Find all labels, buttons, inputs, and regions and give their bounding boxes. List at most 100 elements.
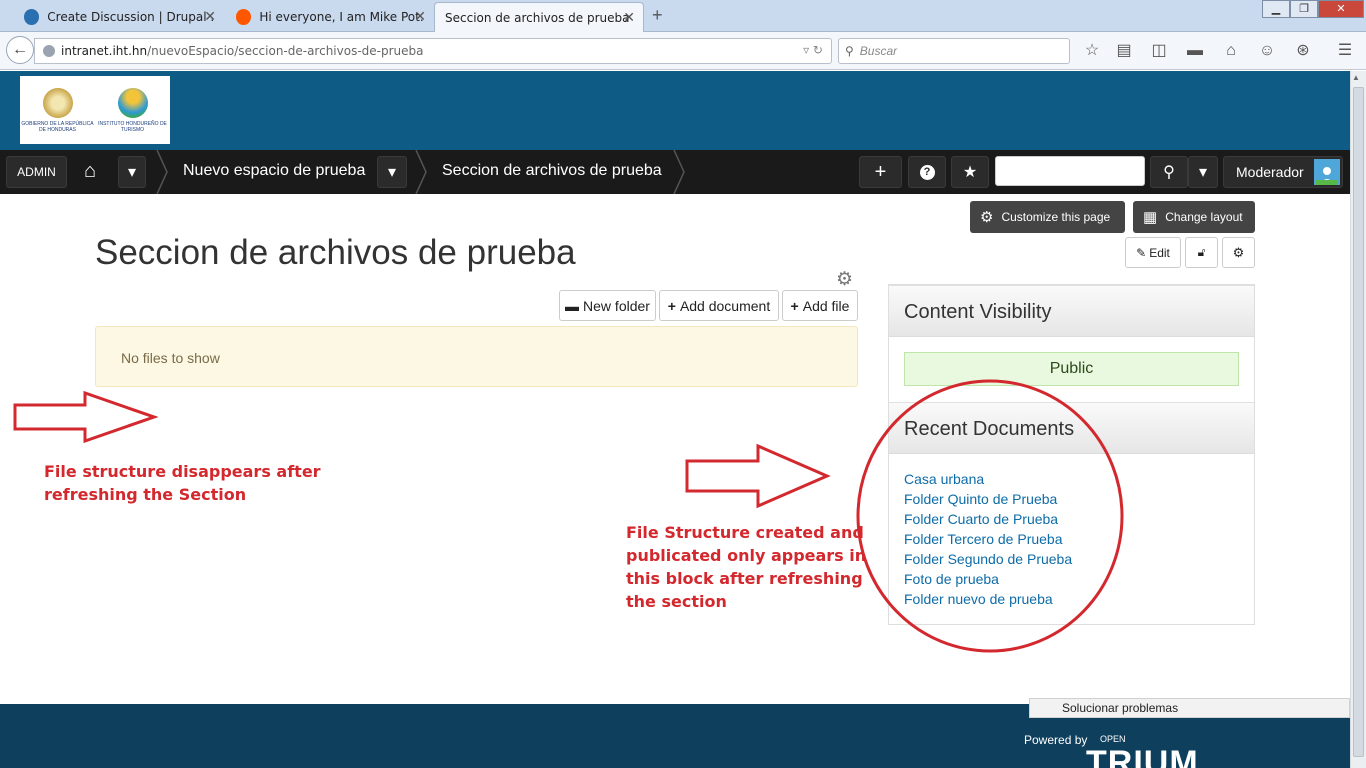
favorites-button[interactable]: ★: [951, 156, 989, 188]
browser-tab-drupal[interactable]: Create Discussion | Drupal ... ✕: [14, 2, 224, 32]
search-button[interactable]: ⚲: [1150, 156, 1188, 188]
tab-title: Create Discussion | Drupal ...: [47, 10, 214, 24]
admin-button[interactable]: ADMIN: [6, 156, 67, 188]
breadcrumb-separator: [673, 150, 685, 194]
gear-icon: ⚙: [980, 209, 994, 226]
maximize-button[interactable]: ❐: [1290, 0, 1318, 18]
unlock-icon: 🔓︎: [1197, 245, 1206, 259]
chevron-down-icon[interactable]: ▾: [1188, 156, 1218, 188]
url-bar[interactable]: intranet.iht.hn /nuevoEspacio/seccion-de…: [34, 38, 832, 64]
coat-of-arms-icon: [42, 87, 73, 118]
drupal-icon: [24, 9, 40, 25]
page-title: Seccion de archivos de prueba: [95, 233, 576, 272]
chevron-down-icon[interactable]: ▾: [377, 156, 407, 188]
page-scrollbar[interactable]: ▲: [1350, 71, 1366, 768]
brand-logo[interactable]: TRIUM: [1086, 744, 1199, 768]
star-icon: ★: [962, 164, 978, 181]
annotation-line: File structure disappears after: [44, 462, 321, 481]
window-close-button[interactable]: ✕: [1318, 0, 1364, 18]
url-domain: intranet.iht.hn: [61, 44, 148, 58]
empty-message: No files to show: [121, 350, 220, 366]
settings-button[interactable]: ⚙: [1222, 237, 1255, 268]
add-content-button[interactable]: +: [859, 156, 902, 188]
unlock-button[interactable]: 🔓︎: [1185, 237, 1218, 268]
user-menu-button[interactable]: Moderador: [1223, 156, 1343, 188]
edit-button[interactable]: ✎ Edit: [1125, 237, 1181, 268]
new-tab-icon[interactable]: +: [652, 5, 663, 26]
visibility-header: Content Visibility: [889, 285, 1254, 337]
bookmark-star-icon[interactable]: ☆: [1081, 40, 1103, 62]
folder-icon: ▬: [565, 297, 580, 314]
help-icon: ?: [919, 164, 935, 180]
browser-search-input[interactable]: ⚲ Buscar: [838, 38, 1070, 64]
breadcrumb-section[interactable]: Seccion de archivos de prueba: [442, 162, 662, 180]
download-icon[interactable]: ▬: [1184, 40, 1206, 62]
reddit-icon: [236, 9, 252, 25]
add-document-button[interactable]: + Add document: [659, 290, 779, 321]
plus-icon: +: [667, 297, 676, 314]
chevron-down-icon[interactable]: ▾: [118, 156, 146, 188]
minimize-button[interactable]: ▁: [1262, 0, 1290, 18]
pocket-icon[interactable]: ◫: [1148, 40, 1170, 62]
search-icon: ⚲: [845, 44, 854, 58]
troubleshoot-bar[interactable]: Solucionar problemas: [1029, 698, 1350, 718]
customize-label: Customize this page: [1001, 210, 1111, 224]
annotation-arrow-right: [685, 443, 831, 509]
home-icon[interactable]: ⌂: [84, 160, 96, 183]
addon-icon[interactable]: ⊛: [1292, 40, 1314, 62]
close-icon[interactable]: ✕: [414, 9, 426, 25]
site-toolbar: ADMIN ⌂ ▾ Nuevo espacio de prueba ▾ Secc…: [0, 150, 1350, 194]
reading-list-icon[interactable]: ▤: [1113, 40, 1135, 62]
edit-label: Edit: [1149, 245, 1170, 260]
scroll-thumb[interactable]: [1353, 87, 1364, 757]
breadcrumb-separator: [156, 150, 168, 194]
browser-nav-bar: intranet.iht.hn /nuevoEspacio/seccion-de…: [0, 32, 1366, 70]
site-search-input[interactable]: [995, 156, 1145, 186]
url-path: /nuevoEspacio/seccion-de-archivos-de-pru…: [147, 44, 424, 58]
new-folder-label: New folder: [583, 297, 650, 314]
add-file-button[interactable]: + Add file: [782, 290, 858, 321]
browser-tab-bar: Create Discussion | Drupal ... ✕ Hi ever…: [0, 0, 1366, 32]
powered-by-text: Powered by: [1024, 733, 1088, 747]
government-logo-text: GOBIERNO DE LA REPÚBLICA DE HONDURAS: [21, 120, 94, 133]
user-name: Moderador: [1236, 164, 1304, 180]
visibility-title: Content Visibility: [904, 301, 1052, 323]
annotation-right: File Structure created and publicated on…: [626, 521, 871, 613]
change-layout-label: Change layout: [1165, 210, 1243, 224]
breadcrumb-space[interactable]: Nuevo espacio de prueba: [183, 162, 365, 180]
home-icon[interactable]: ⌂: [1220, 40, 1242, 62]
government-logo: GOBIERNO DE LA REPÚBLICA DE HONDURAS: [20, 76, 95, 144]
gear-icon: ⚙: [1232, 244, 1245, 260]
pencil-icon: ✎: [1136, 245, 1147, 260]
avatar: [1314, 159, 1340, 185]
back-button[interactable]: ←: [6, 36, 34, 64]
add-document-label: Add document: [679, 297, 771, 314]
menu-icon[interactable]: ☰: [1334, 40, 1356, 62]
breadcrumb-separator: [415, 150, 427, 194]
annotation-line: this block after refreshing: [626, 569, 863, 588]
customize-page-button[interactable]: ⚙ Customize this page: [970, 201, 1125, 233]
annotation-arrow-left: [13, 390, 158, 444]
files-empty-state: No files to show: [95, 326, 858, 387]
close-icon[interactable]: ✕: [204, 9, 216, 25]
scroll-up-icon[interactable]: ▲: [1352, 73, 1360, 82]
change-layout-button[interactable]: ▦ Change layout: [1133, 201, 1255, 233]
search-icon: ⚲: [1163, 164, 1175, 181]
annotation-line: the section: [626, 592, 727, 611]
tourism-logo-text: INSTITUTO HONDUREÑO DE TURISMO: [98, 120, 167, 133]
gear-icon[interactable]: ⚙: [836, 268, 853, 291]
close-icon[interactable]: ✕: [623, 10, 635, 26]
user-icon: [1316, 167, 1338, 185]
chat-icon[interactable]: ☺: [1256, 40, 1278, 62]
annotation-line: refreshing the Section: [44, 485, 247, 504]
new-folder-button[interactable]: ▬ New folder: [559, 290, 656, 321]
tourism-emblem-icon: [117, 87, 148, 118]
browser-tab-reddit[interactable]: Hi everyone, I am Mike Pot... ✕: [226, 2, 434, 32]
site-logo[interactable]: GOBIERNO DE LA REPÚBLICA DE HONDURAS INS…: [20, 76, 170, 144]
add-file-label: Add file: [802, 297, 850, 314]
help-button[interactable]: ?: [908, 156, 946, 188]
tab-title: Hi everyone, I am Mike Pot...: [259, 10, 424, 24]
reload-icon[interactable]: ▿ ↻: [803, 43, 823, 57]
browser-tab-active[interactable]: Seccion de archivos de prueba ... ✕: [434, 2, 644, 32]
globe-icon: [43, 45, 55, 57]
